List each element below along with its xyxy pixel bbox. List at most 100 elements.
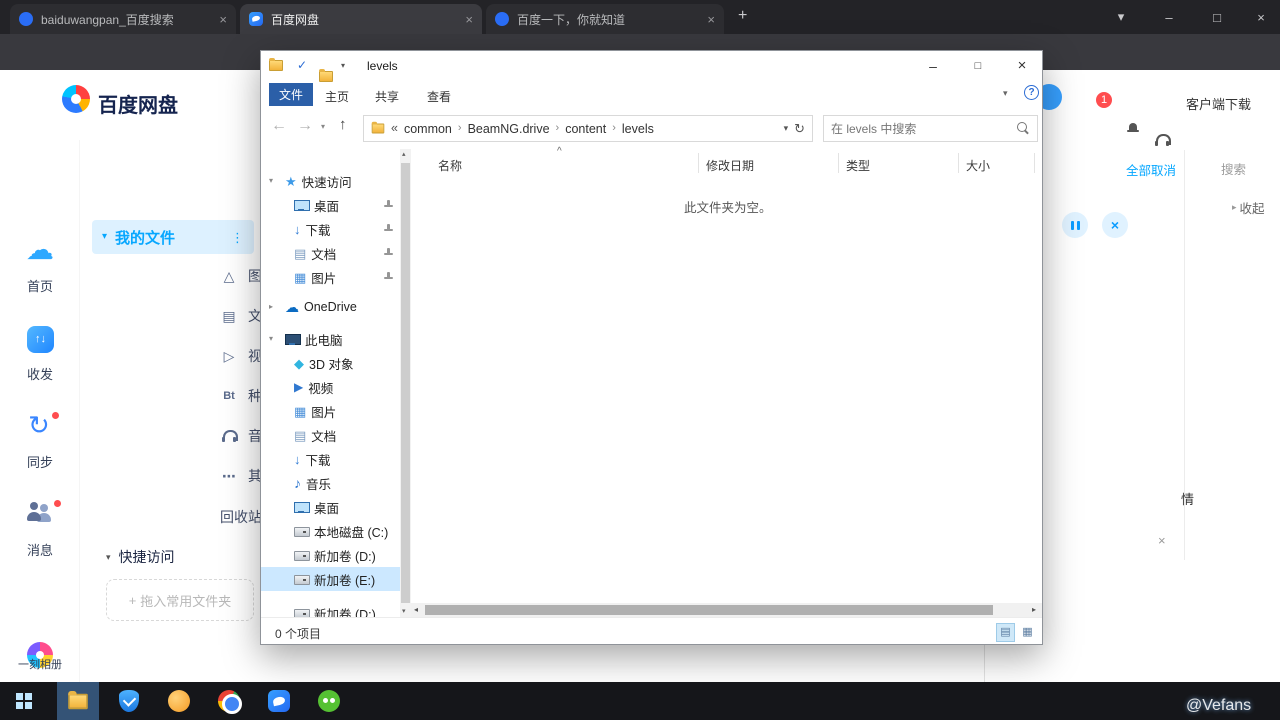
column-separator[interactable] — [1034, 153, 1035, 173]
expander-icon[interactable]: ▾ — [269, 177, 273, 185]
scroll-left-icon[interactable]: ◂ — [414, 606, 418, 614]
rail-item-messages[interactable]: 消息 — [0, 540, 80, 559]
explorer-close-button[interactable]: × — [1000, 51, 1044, 80]
browser-tab-3[interactable]: 百度一下，你就知道 × — [486, 4, 724, 34]
tree-item-this-pc[interactable]: ▾此电脑 — [261, 327, 400, 351]
menu-share[interactable]: 共享 — [375, 88, 399, 105]
explorer-minimize-button[interactable]: – — [911, 51, 955, 80]
scroll-up-icon[interactable]: ▴ — [402, 151, 406, 158]
taskbar-file-explorer[interactable] — [57, 682, 99, 720]
laquo-icon[interactable]: « — [391, 122, 398, 135]
nav-back-icon[interactable]: ← — [271, 118, 287, 134]
tab-close-icon[interactable]: × — [465, 13, 473, 26]
refresh-icon[interactable]: ↻ — [794, 122, 805, 135]
column-name[interactable]: 名称 — [438, 157, 462, 174]
client-download-link[interactable]: 客户端下载 — [1186, 94, 1251, 113]
taskbar-security-app[interactable] — [108, 682, 150, 720]
column-separator[interactable] — [698, 153, 699, 173]
breadcrumb-content[interactable]: content — [565, 122, 606, 136]
column-separator[interactable] — [838, 153, 839, 173]
qat-check-icon[interactable]: ✓ — [297, 59, 307, 71]
rail-item-send-receive[interactable]: 收发 — [0, 364, 80, 383]
tree-item-disk-d[interactable]: 新加卷 (D:) — [261, 543, 400, 567]
column-type[interactable]: 类型 — [846, 157, 870, 174]
rail-item-sync[interactable]: 同步 — [0, 452, 80, 471]
menu-file[interactable]: 文件 — [269, 83, 313, 106]
search-label[interactable]: 搜索 — [1221, 159, 1246, 178]
messages-icon[interactable] — [27, 502, 53, 524]
sidebar-item-my-files[interactable]: ▾ 我的文件 ⋮ — [92, 220, 254, 254]
tab-close-icon[interactable]: × — [219, 13, 227, 26]
collapse-control[interactable]: ▸ 收起 — [1232, 198, 1265, 217]
scrollbar-thumb[interactable] — [425, 605, 993, 615]
qat-caret-icon[interactable]: ▾ — [341, 62, 345, 70]
browser-tab-1[interactable]: baiduwangpan_百度搜索 × — [10, 4, 236, 34]
menu-view[interactable]: 查看 — [427, 88, 451, 105]
sidebar-quick-access[interactable]: ▾ 快捷访问 — [92, 542, 254, 572]
drop-folder-zone[interactable]: + 拖入常用文件夹 — [106, 579, 254, 621]
tree-item-desktop[interactable]: 桌面 — [261, 193, 400, 217]
home-cloud-icon[interactable]: ☁ — [26, 236, 54, 264]
column-size[interactable]: 大小 — [966, 157, 990, 174]
send-receive-icon[interactable]: ↑↓ — [27, 326, 54, 353]
explorer-search-input[interactable] — [831, 122, 1011, 136]
nav-history-caret-icon[interactable]: ▾ — [321, 123, 325, 131]
rail-item-photo-album[interactable]: 一刻相册 — [0, 656, 80, 672]
window-maximize-button[interactable]: □ — [1196, 0, 1238, 34]
close-icon[interactable]: × — [1158, 534, 1166, 547]
address-breadcrumb[interactable]: « common › BeamNG.drive › content › leve… — [363, 115, 813, 142]
tree-item-pictures2[interactable]: ▦图片 — [261, 399, 400, 423]
explorer-search-box[interactable] — [823, 115, 1038, 142]
new-tab-button[interactable]: + — [738, 8, 747, 24]
tree-item-disk-e-selected[interactable]: 新加卷 (E:) — [261, 567, 400, 591]
breadcrumb-common[interactable]: common — [404, 122, 452, 136]
breadcrumb-levels[interactable]: levels — [622, 122, 654, 136]
tree-item-music[interactable]: ♪音乐 — [261, 471, 400, 495]
pause-button[interactable] — [1062, 212, 1088, 238]
address-caret-icon[interactable]: ▾ — [784, 124, 789, 133]
expander-icon[interactable]: ▸ — [269, 303, 273, 311]
browser-tab-2-active[interactable]: 百度网盘 × — [240, 4, 482, 34]
explorer-maximize-button[interactable]: □ — [956, 51, 1000, 80]
bell-icon[interactable] — [1127, 122, 1139, 134]
scrollbar-thumb[interactable] — [401, 163, 410, 603]
tab-search-icon[interactable]: ▾ — [1100, 0, 1142, 34]
tab-close-icon[interactable]: × — [707, 13, 715, 26]
nav-up-icon[interactable]: ↑ — [339, 117, 347, 132]
sync-icon[interactable]: ↻ — [28, 412, 50, 438]
tree-item-quick-access[interactable]: ▾★快速访问 — [261, 169, 400, 193]
taskbar-green-app[interactable] — [308, 682, 350, 720]
cancel-all-link[interactable]: 全部取消 — [1126, 160, 1176, 179]
tree-item-desktop2[interactable]: 桌面 — [261, 495, 400, 519]
tree-scrollbar[interactable]: ▴ ▾ — [400, 149, 411, 619]
tree-item-downloads2[interactable]: ↓下载 — [261, 447, 400, 471]
breadcrumb-beamng[interactable]: BeamNG.drive — [468, 122, 550, 136]
rail-item-home[interactable]: 首页 — [0, 276, 80, 295]
column-separator[interactable] — [958, 153, 959, 173]
tree-item-videos[interactable]: ▶视频 — [261, 375, 400, 399]
window-minimize-button[interactable]: – — [1148, 0, 1190, 34]
expander-icon[interactable]: ▾ — [269, 335, 273, 343]
help-icon[interactable]: ? — [1024, 85, 1039, 100]
more-menu-icon[interactable]: ⋮ — [231, 231, 244, 244]
tree-item-documents2[interactable]: ▤文档 — [261, 423, 400, 447]
taskbar-chrome[interactable] — [208, 682, 250, 720]
tree-item-onedrive[interactable]: ▸☁OneDrive — [261, 295, 400, 319]
tree-item-documents[interactable]: ▤文档 — [261, 241, 400, 265]
headset-icon[interactable] — [1155, 134, 1169, 146]
horizontal-scrollbar[interactable]: ◂ ▸ — [411, 603, 1042, 617]
details-view-button[interactable]: ▤ — [996, 623, 1015, 642]
icons-view-button[interactable]: ▦ — [1018, 623, 1037, 642]
ribbon-collapse-icon[interactable]: ▾ — [1003, 89, 1008, 98]
column-date-modified[interactable]: 修改日期 — [706, 157, 754, 174]
taskbar-orange-app[interactable] — [158, 682, 200, 720]
cancel-button[interactable]: × — [1102, 212, 1128, 238]
scroll-down-icon[interactable]: ▾ — [402, 608, 406, 615]
taskbar-baidu-netdisk[interactable] — [258, 682, 300, 720]
scroll-right-icon[interactable]: ▸ — [1032, 606, 1036, 614]
qat-folder-icon[interactable] — [319, 71, 333, 82]
window-close-button[interactable]: × — [1240, 0, 1280, 34]
tree-item-downloads[interactable]: ↓下载 — [261, 217, 400, 241]
tree-item-disk-c[interactable]: 本地磁盘 (C:) — [261, 519, 400, 543]
start-button[interactable] — [0, 682, 48, 720]
